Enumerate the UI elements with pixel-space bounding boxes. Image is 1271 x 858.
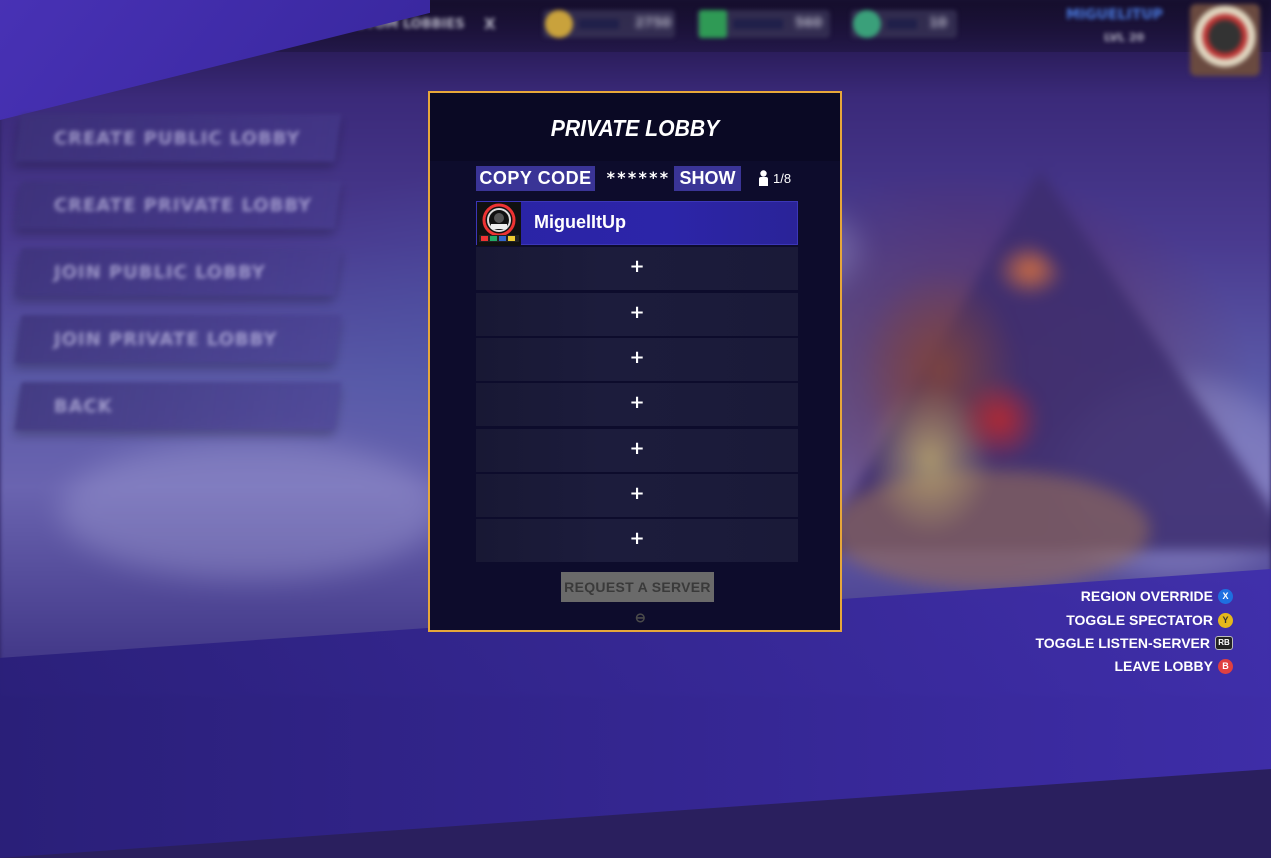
username: MIGUELITUP <box>1066 7 1163 23</box>
menu-join-private-lobby[interactable]: JOIN PRIVATE LOBBY <box>14 315 342 363</box>
empty-slot-8[interactable]: + <box>476 519 798 563</box>
menu-create-private-lobby[interactable]: CREATE PRIVATE LOBBY <box>14 181 342 229</box>
copy-code-button[interactable]: COPY CODE <box>476 166 595 191</box>
hint-toggle-spectator[interactable]: TOGGLE SPECTATOR Y <box>1066 610 1233 630</box>
cash-value: 560 <box>795 16 823 31</box>
request-server-button[interactable]: REQUEST A SERVER ⊖ <box>561 572 714 625</box>
panel-header: PRIVATE LOBBY <box>430 93 840 161</box>
add-player-icon: + <box>629 483 645 504</box>
hint-region-override[interactable]: REGION OVERRIDE X <box>1081 586 1233 606</box>
menu-join-public-lobby[interactable]: JOIN PUBLIC LOBBY <box>14 248 342 296</box>
rb-button-icon: RB <box>1215 636 1233 650</box>
private-lobby-panel: PRIVATE LOBBY COPY CODE ****** SHOW 1/8 <box>428 91 842 632</box>
gold-coin-icon <box>545 10 573 38</box>
currency-cash: 560 <box>697 10 830 38</box>
player-avatar <box>477 202 521 246</box>
empty-slot-6[interactable]: + <box>476 429 798 473</box>
gold-value: 2750 <box>635 16 672 31</box>
hint-label: REGION OVERRIDE <box>1080 588 1213 604</box>
menu-create-public-lobby[interactable]: CREATE PUBLIC LOBBY <box>14 114 342 162</box>
currency-gem: 10 <box>851 10 957 38</box>
green-cash-icon <box>699 10 727 38</box>
empty-slot-7[interactable]: + <box>476 474 798 518</box>
player-name: MiguelItUp <box>534 212 626 232</box>
hint-label: TOGGLE LISTEN-SERVER <box>1035 635 1210 651</box>
y-button-icon: Y <box>1218 612 1233 628</box>
cloud <box>60 440 440 580</box>
menu-back[interactable]: BACK <box>14 382 342 430</box>
add-player-icon: + <box>629 528 645 549</box>
hint-label: TOGGLE SPECTATOR <box>1066 612 1213 628</box>
empty-slot-4[interactable]: + <box>476 338 798 382</box>
x-button-icon: X <box>1218 588 1233 604</box>
empty-slot-2[interactable]: + <box>476 247 798 291</box>
person-icon <box>759 170 768 186</box>
empty-slot-3[interactable]: + <box>476 293 798 337</box>
region-close-icon[interactable]: X <box>484 15 496 33</box>
hint-leave-lobby[interactable]: LEAVE LOBBY B <box>1114 656 1233 676</box>
add-player-icon: + <box>629 347 645 368</box>
profile-avatar[interactable] <box>1190 4 1260 76</box>
player-slot-1[interactable]: MiguelItUp <box>476 201 798 246</box>
emerald-gem-icon <box>853 10 881 38</box>
add-player-icon: + <box>629 438 645 459</box>
add-player-icon: + <box>629 392 645 413</box>
hint-toggle-listen-server[interactable]: TOGGLE LISTEN-SERVER RB <box>1035 633 1233 653</box>
panel-title: PRIVATE LOBBY <box>550 115 720 141</box>
request-server-label: REQUEST A SERVER <box>564 579 711 595</box>
b-button-icon: B <box>1218 658 1233 674</box>
character-model <box>830 230 1090 560</box>
show-code-button[interactable]: SHOW <box>674 166 741 191</box>
gem-value: 10 <box>929 16 948 31</box>
player-avatar-icon <box>477 202 521 246</box>
add-player-icon: + <box>629 256 645 277</box>
hint-label: LEAVE LOBBY <box>1114 658 1213 674</box>
player-count: 1/8 <box>758 170 791 186</box>
currency-gold: 2750 <box>543 10 675 38</box>
player-level: LVL 20 <box>1104 31 1145 44</box>
request-server-glyph-icon: ⊖ <box>634 610 647 625</box>
add-player-icon: + <box>629 302 645 323</box>
empty-slot-5[interactable]: + <box>476 383 798 427</box>
lobby-code-masked: ****** <box>606 168 670 187</box>
player-count-value: 1/8 <box>773 171 792 186</box>
